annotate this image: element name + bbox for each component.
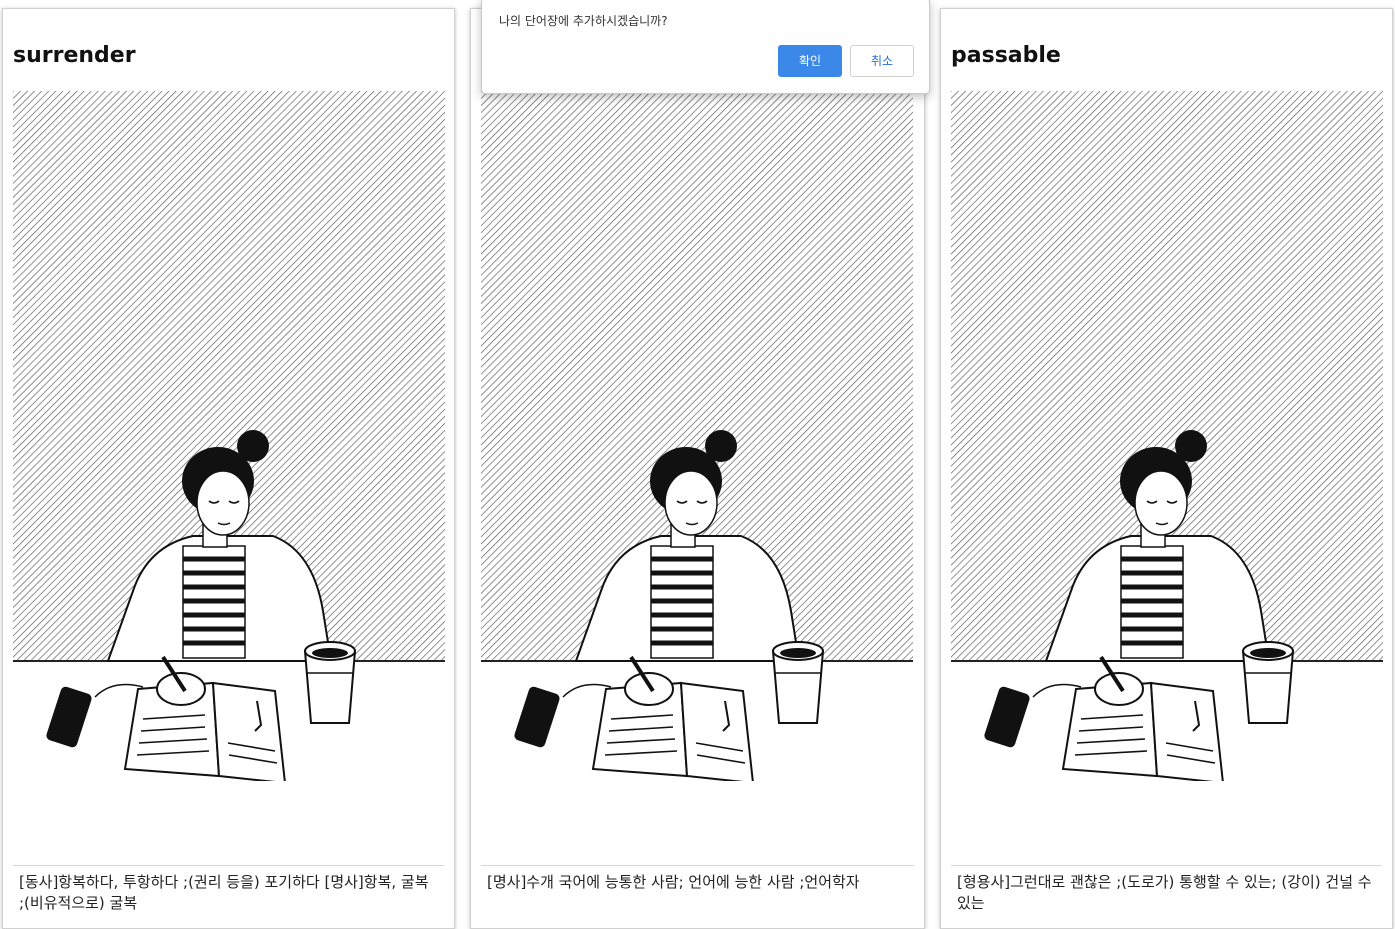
word-meaning: [동사]항복하다, 투항하다 ;(권리 등을) 포기하다 [명사]항복, 굴복 … [13, 865, 444, 914]
word-card[interactable]: surrender [동사]항복하다, 투항하다 ;(권리 등을) 포기하다 [… [2, 8, 455, 929]
dialog-message: 나의 단어장에 추가하시겠습니까? [499, 14, 668, 28]
woman-studying-illustration-icon [951, 91, 1383, 781]
word-meaning: [형용사]그런대로 괜찮은 ;(도로가) 통행할 수 있는; (강이) 건널 수… [951, 865, 1382, 914]
confirm-button[interactable]: 확인 [778, 45, 842, 77]
vocabulary-page: surrender [동사]항복하다, 투항하다 ;(권리 등을) 포기하다 [… [0, 0, 1395, 929]
confirm-dialog: 나의 단어장에 추가하시겠습니까? 확인 취소 [481, 0, 930, 94]
word-title: passable [951, 43, 1061, 68]
word-meaning: [명사]수개 국어에 능통한 사람; 언어에 능한 사람 ;언어학자 [481, 865, 914, 893]
word-card[interactable]: [명사]수개 국어에 능통한 사람; 언어에 능한 사람 ;언어학자 [470, 8, 925, 929]
woman-studying-illustration-icon [481, 91, 913, 781]
word-title: surrender [13, 43, 136, 68]
woman-studying-illustration-icon [13, 91, 445, 781]
cancel-button[interactable]: 취소 [850, 45, 914, 77]
word-card[interactable]: passable [형용사]그런대로 괜찮은 ;(도로가) 통행할 수 있는; … [940, 8, 1393, 929]
